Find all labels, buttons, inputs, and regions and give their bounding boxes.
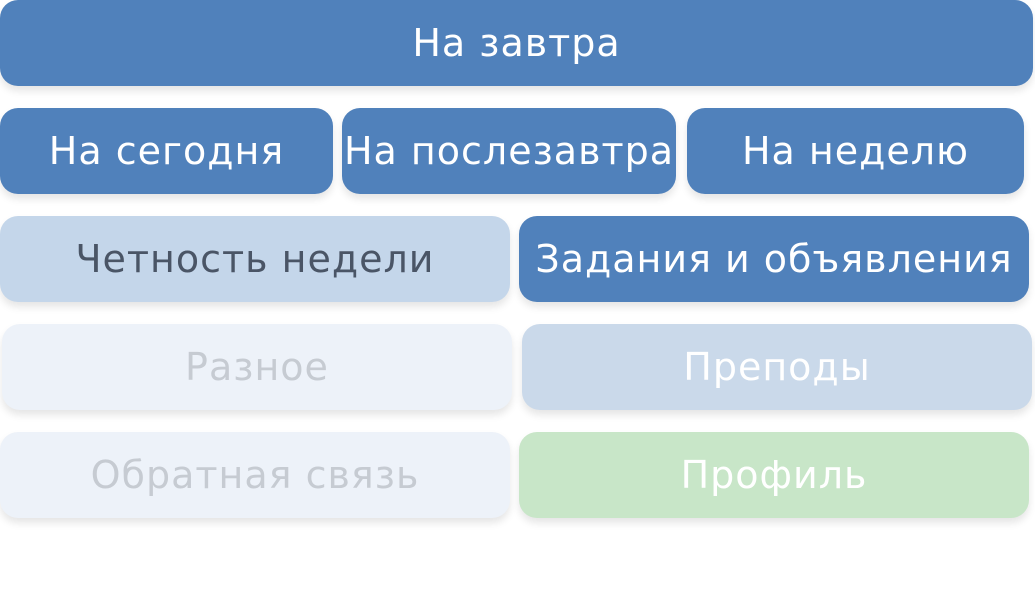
week-button-label: На неделю [741,129,970,173]
reply-keyboard: На завтра На сегодня На послезавтра На н… [0,0,1035,591]
profile-button-label: Профиль [680,453,868,497]
day-after-tomorrow-button-label: На послезавтра [343,129,675,173]
tomorrow-button[interactable]: На завтра [0,0,1033,86]
teachers-button-label: Преподы [683,345,871,389]
profile-button[interactable]: Профиль [519,432,1029,518]
week-parity-button-label: Четность недели [75,237,435,281]
tasks-announcements-button-label: Задания и объявления [535,237,1013,281]
week-button[interactable]: На неделю [687,108,1024,194]
today-button-label: На сегодня [48,129,285,173]
day-after-tomorrow-button[interactable]: На послезавтра [342,108,676,194]
teachers-button[interactable]: Преподы [522,324,1032,410]
feedback-button[interactable]: Обратная связь [0,432,510,518]
misc-button-label: Разное [185,345,329,389]
tomorrow-button-label: На завтра [412,21,621,65]
week-parity-button[interactable]: Четность недели [0,216,510,302]
feedback-button-label: Обратная связь [90,453,420,497]
today-button[interactable]: На сегодня [0,108,333,194]
tasks-announcements-button[interactable]: Задания и объявления [519,216,1029,302]
misc-button[interactable]: Разное [2,324,512,410]
